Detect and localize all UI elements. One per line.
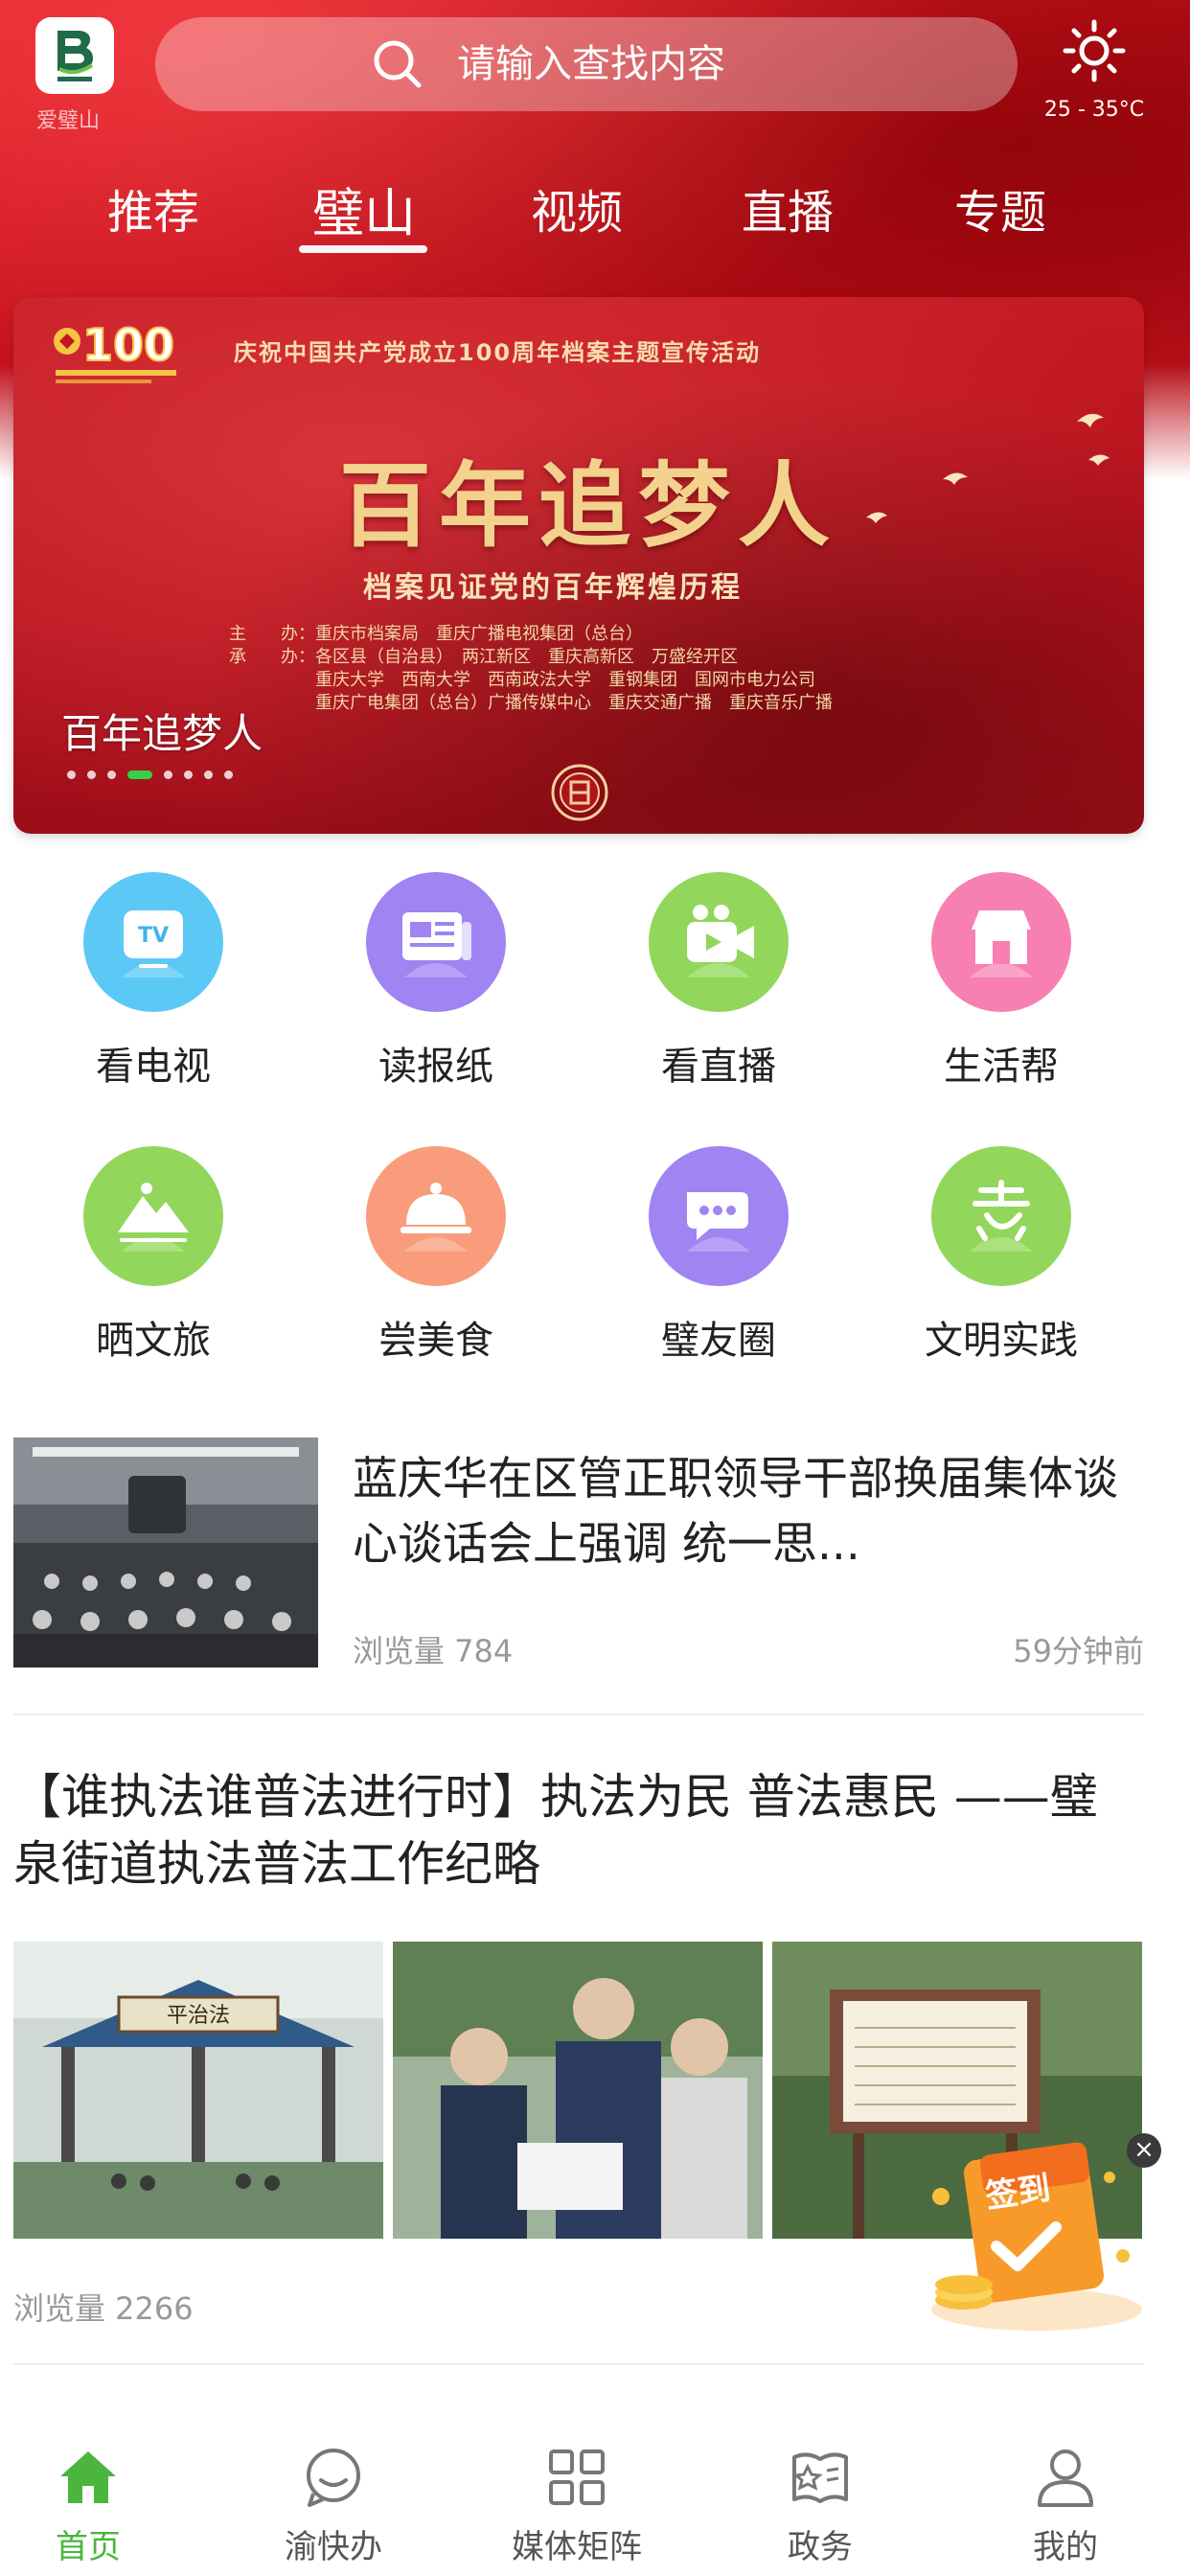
user-icon — [1038, 2450, 1093, 2507]
function-label: 尝美食 — [378, 1319, 493, 1363]
function-label: 璧友圈 — [661, 1319, 776, 1363]
search-icon — [374, 40, 422, 88]
mountain-icon — [83, 1146, 223, 1286]
banner-sub-title: 档案见证党的百年辉煌历程 — [363, 571, 743, 605]
banner-caption: 百年追梦人 — [61, 710, 263, 757]
gov-book-icon — [792, 2452, 848, 2503]
function-friends-circle[interactable]: 璧友圈 — [613, 1146, 824, 1365]
function-tourism[interactable]: 晒文旅 — [48, 1146, 259, 1365]
tab-recommend[interactable]: 推荐 — [67, 174, 240, 242]
nav-home[interactable]: 首页 — [0, 2444, 184, 2567]
function-label: 读报纸 — [378, 1045, 493, 1089]
logo-icon — [57, 31, 94, 81]
live-video-icon — [649, 872, 789, 1012]
app-logo[interactable] — [35, 17, 114, 94]
nav-label: 渝快办 — [285, 2528, 382, 2566]
weather-temperature: 25 - 35°C — [1043, 98, 1145, 122]
nav-profile[interactable]: 我的 — [970, 2444, 1161, 2567]
close-float-button[interactable]: × — [1127, 2133, 1161, 2168]
shop-icon — [931, 872, 1071, 1012]
function-label: 生活帮 — [944, 1045, 1059, 1089]
centenary-emblem: 100 — [54, 318, 176, 383]
nav-label: 媒体矩阵 — [512, 2528, 642, 2566]
carousel-dot[interactable] — [204, 770, 213, 779]
divider — [13, 2363, 1144, 2365]
svg-text:100: 100 — [82, 319, 174, 371]
nav-yukuaiban[interactable]: 渝快办 — [238, 2444, 429, 2567]
sign-in-float-button[interactable]: 签到 — [922, 2139, 1152, 2340]
news-thumbnail — [13, 1438, 318, 1668]
carousel-dot-active[interactable] — [127, 770, 152, 779]
app-name: 爱璧山 — [36, 109, 101, 133]
banner-carousel[interactable]: 100 庆祝中国共产党成立100周年档案主题宣传活动 百年追梦人 档案见证党的百… — [13, 297, 1144, 834]
view-count: 浏览量 784 — [353, 1633, 514, 1669]
tab-live[interactable]: 直播 — [701, 174, 874, 242]
function-watch-tv[interactable]: TV 看电视 — [48, 872, 259, 1091]
function-read-newspaper[interactable]: 读报纸 — [331, 872, 541, 1091]
function-civilization-practice[interactable]: 文明实践 — [896, 1146, 1107, 1365]
carousel-dot[interactable] — [107, 770, 116, 779]
news-image[interactable] — [393, 1942, 763, 2239]
chat-circle-icon — [307, 2449, 360, 2507]
nav-government[interactable]: 政务 — [724, 2444, 916, 2567]
banner-top-text: 庆祝中国共产党成立100周年档案主题宣传活动 — [234, 339, 762, 366]
news-item[interactable]: 蓝庆华在区管正职领导干部换届集体谈心谈话会上强调 统一思... 浏览量 784 … — [13, 1438, 1144, 1715]
function-label: 看电视 — [96, 1045, 211, 1089]
publish-time: 59分钟前 — [1013, 1633, 1144, 1669]
divider — [13, 1714, 1144, 1715]
function-label: 看直播 — [661, 1045, 776, 1089]
view-count: 浏览量 2266 — [13, 2290, 194, 2327]
carousel-dot[interactable] — [67, 770, 76, 779]
function-food[interactable]: 尝美食 — [331, 1146, 541, 1365]
function-watch-live[interactable]: 看直播 — [613, 872, 824, 1091]
weather-widget[interactable]: 25 - 35°C — [1027, 19, 1161, 122]
nav-media-matrix[interactable]: 媒体矩阵 — [481, 2444, 673, 2567]
carousel-dot[interactable] — [164, 770, 172, 779]
tv-icon: TV — [83, 872, 223, 1012]
active-tab-indicator — [299, 245, 427, 253]
birds-decoration — [866, 413, 1110, 523]
nav-label: 我的 — [1033, 2528, 1098, 2566]
tab-topics[interactable]: 专题 — [914, 174, 1087, 242]
carousel-dot[interactable] — [87, 770, 96, 779]
home-icon — [60, 2451, 116, 2503]
nav-label: 首页 — [56, 2528, 121, 2566]
bottom-navigation: 首页 渝快办 媒体矩阵 政务 我的 — [0, 2415, 1190, 2576]
function-label: 文明实践 — [925, 1319, 1078, 1363]
banner-organizers: 主 办：重庆市档案局 重庆广播电视集团（总台） 承 办：各区县（自治县） 两江新… — [229, 623, 833, 715]
tab-bishan[interactable]: 璧山 — [278, 171, 450, 246]
carousel-dot[interactable] — [224, 770, 233, 779]
archive-seal-icon — [551, 764, 608, 821]
function-label: 晒文旅 — [96, 1319, 211, 1363]
nav-label: 政务 — [788, 2528, 853, 2566]
carousel-dot[interactable] — [184, 770, 193, 779]
news-item[interactable]: 【谁执法谁普法进行时】执法为民 普法惠民 ——璧泉街道执法普法工作纪略 平治法 — [13, 1763, 1144, 2327]
newspaper-icon — [366, 872, 506, 1012]
grid-icon — [549, 2450, 605, 2505]
tab-video[interactable]: 视频 — [491, 174, 663, 242]
sun-icon — [1063, 19, 1126, 82]
svg-text:平治法: 平治法 — [167, 2004, 230, 2028]
search-bar[interactable] — [155, 17, 1018, 111]
search-input[interactable] — [457, 42, 802, 86]
top-tab-bar: 推荐 璧山 视频 直播 专题 — [0, 174, 1190, 261]
organizer-line: 重庆广电集团（总台）广播传媒中心 重庆交通广播 重庆音乐广播 — [229, 693, 833, 713]
svg-text:TV: TV — [138, 924, 169, 948]
news-title[interactable]: 蓝庆华在区管正职领导干部换届集体谈心谈话会上强调 统一思... — [353, 1447, 1119, 1577]
news-title[interactable]: 【谁执法谁普法进行时】执法为民 普法惠民 ——璧泉街道执法普法工作纪略 — [13, 1763, 1144, 1898]
food-cloche-icon — [366, 1146, 506, 1286]
organizer-line: 主 办：重庆市档案局 重庆广播电视集团（总台） — [229, 624, 643, 644]
organizer-line: 承 办：各区县（自治县） 两江新区 重庆高新区 万盛经开区 — [229, 647, 738, 667]
organizer-line: 重庆大学 西南大学 西南政法大学 重钢集团 国网市电力公司 — [229, 670, 815, 690]
banner-main-title: 百年追梦人 — [339, 451, 837, 560]
function-life-help[interactable]: 生活帮 — [896, 872, 1107, 1091]
sign-in-label: 签到 — [983, 2169, 1053, 2217]
civilization-icon — [931, 1146, 1071, 1286]
carousel-indicator — [67, 770, 244, 779]
news-image[interactable]: 平治法 — [13, 1942, 383, 2239]
chat-bubble-icon — [649, 1146, 789, 1286]
